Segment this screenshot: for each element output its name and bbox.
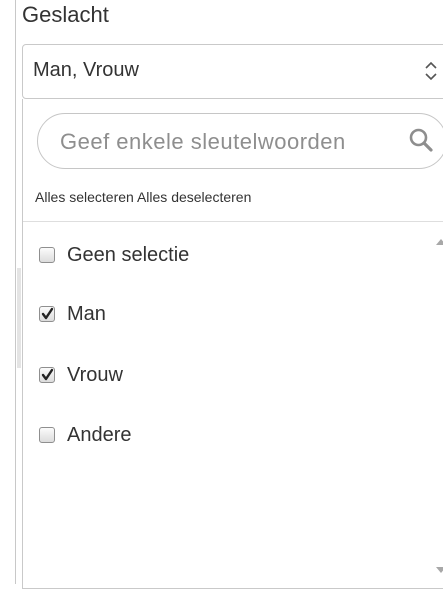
bulk-actions: Alles selecteren Alles deselecteren: [35, 189, 251, 205]
option-checkbox[interactable]: [39, 247, 55, 263]
field-label: Geslacht: [22, 2, 109, 27]
search-icon[interactable]: [408, 127, 434, 153]
list-scrollbar[interactable]: [431, 222, 443, 587]
option-checkbox[interactable]: [39, 367, 55, 383]
checkmark-icon: [41, 368, 54, 381]
scroll-down-arrow-icon[interactable]: [435, 562, 443, 573]
checkmark-icon: [41, 307, 54, 320]
scroll-up-arrow-icon[interactable]: [435, 234, 443, 245]
option-geen-selectie[interactable]: Geen selectie: [39, 240, 189, 270]
option-label: Geen selectie: [67, 243, 190, 266]
option-vrouw[interactable]: Vrouw: [39, 360, 123, 390]
search-box: [37, 113, 443, 169]
option-andere[interactable]: Andere: [39, 420, 132, 450]
option-checkbox[interactable]: [39, 427, 55, 443]
gender-select[interactable]: Man, Vrouw: [22, 44, 443, 99]
left-scroll-shade: [17, 268, 21, 368]
select-dropdown: Alles selecteren Alles deselecteren Geen…: [22, 99, 443, 589]
option-man[interactable]: Man: [39, 299, 106, 329]
option-list: Geen selectie Man Vrouw Andere: [23, 222, 431, 587]
option-label: Man: [67, 302, 106, 325]
select-all-link[interactable]: Alles selecteren: [35, 189, 134, 205]
select-value: Man, Vrouw: [33, 59, 139, 81]
option-checkbox[interactable]: [39, 306, 55, 322]
option-label: Vrouw: [67, 363, 123, 386]
up-down-caret-icon: [423, 57, 439, 85]
search-input[interactable]: [58, 123, 407, 161]
deselect-all-link[interactable]: Alles deselecteren: [137, 189, 251, 205]
option-label: Andere: [67, 423, 132, 446]
left-panel-edge: [0, 0, 18, 584]
